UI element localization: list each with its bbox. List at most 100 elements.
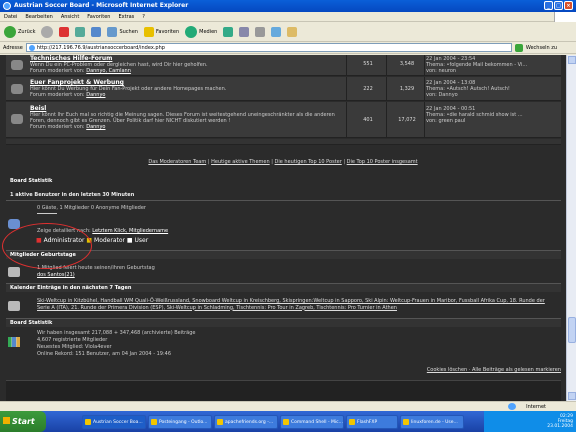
legend-moderator: Moderator [94,237,125,244]
favorites-button[interactable]: Favoriten [143,26,179,37]
internet-zone-icon [508,403,516,410]
windows-logo-icon [554,12,576,22]
forum-status-icon [11,60,23,70]
task-apachefriends[interactable]: apachefriends.org -... [214,414,278,429]
task-linuxforen[interactable]: linuxforen.de - Use... [400,414,464,429]
terminal-icon [283,418,289,425]
scroll-down-button[interactable] [568,392,576,400]
scroll-thumb[interactable] [568,317,576,343]
board-stats-newest: Neuestes Mitglied: Viola4ever [37,344,112,350]
board-stats-posts: Wir haben insgesamt 217,088 + 347,468 (a… [37,330,196,336]
clock-date: 23.01.2004 [547,424,573,429]
star-icon [143,26,154,37]
highlight-circle [2,223,92,269]
task-flashfxp[interactable]: FlashFXP [346,414,398,429]
go-arrow-icon[interactable] [514,43,523,52]
edit-button[interactable] [271,26,282,37]
bottom-links: Das Moderatoren Team | Heutige aktive Th… [148,159,418,165]
minimize-button[interactable]: _ [544,1,553,10]
menu-help[interactable]: ? [142,12,145,21]
forum-row: Euer Fanprojekt & Werbung Hier könnt Du … [6,77,561,101]
active-users-counts: 0 Gäste, 1 Mitglieder 0 Anonyme Mitglied… [37,205,146,211]
forum-moderators[interactable]: Dannyo [86,92,105,98]
ie-icon [3,2,11,10]
link-top10-today[interactable]: Die heutigen Top 10 Poster [275,159,342,165]
windows-flag-icon [3,417,10,424]
status-bar: Internet [0,401,576,411]
birthday-member[interactable]: dos Santos(21) [37,272,75,278]
task-outlook[interactable]: Posteingang - Outlo... [148,414,212,429]
go-button[interactable]: Wechseln zu [526,45,557,51]
search-icon [107,26,118,37]
link-active-topics[interactable]: Heutige aktive Themen [211,159,270,165]
stop-button[interactable] [59,26,70,37]
flashfxp-icon [349,418,355,425]
topic-count: 551 [363,61,373,67]
refresh-button[interactable] [75,26,86,37]
os-taskbar-area: Internet Start Austrian Soccer Boa... Po… [0,401,576,432]
topic-count: 401 [363,117,373,123]
ie-task-icon [403,418,409,425]
last-post-author[interactable]: von: Dannyo [426,92,556,98]
detail-sort-links[interactable]: Letztem Klick, Mitgliedername [92,228,168,234]
home-button[interactable] [91,26,102,37]
calendar-header: Kalender Einträge in den nächsten 7 Tage… [6,283,561,292]
menu-datei[interactable]: Datei [4,12,17,21]
last-post-author[interactable]: von: neuron [426,68,556,74]
mail-button[interactable] [239,26,250,37]
last-post-author[interactable]: von: green paul [426,118,556,124]
start-button[interactable]: Start [0,411,46,432]
browser-window: Austrian Soccer Board - Microsoft Intern… [0,0,576,432]
link-top10-total[interactable]: Die Top 10 Poster insgesamt [347,159,418,165]
system-tray: 02:29 Freitag 23.01.2004 [484,411,576,432]
back-arrow-icon [4,25,16,38]
menu-favoriten[interactable]: Favoriten [87,12,110,21]
maximize-button[interactable]: □ [554,1,563,10]
forum-row: Beisl Hier könnt Ihr Euch mal so richtig… [6,102,561,138]
page-content: Technisches Hilfe-Forum Wenn Du ein PC-P… [0,55,566,401]
back-button[interactable]: Zurück [4,25,35,38]
scroll-up-button[interactable] [568,56,576,64]
menu-extras[interactable]: Extras [118,12,134,21]
ie-task-icon [85,418,91,425]
address-input[interactable]: http://217.196.76.9/austriansoccerboard/… [25,43,512,52]
close-button[interactable]: × [564,1,573,10]
print-button[interactable] [255,26,266,37]
board-stats-record: Online Rekord: 151 Benutzer, am 04 Jan 2… [37,351,171,357]
task-command-shell[interactable]: Command Shell - Mic... [280,414,344,429]
task-ie[interactable]: Austrian Soccer Boa... [82,414,146,429]
forum-moderators[interactable]: Dannyo, Camlann [86,68,131,74]
menu-bearbeiten[interactable]: Bearbeiten [25,12,52,21]
address-bar: Adresse http://217.196.76.9/austriansocc… [0,42,576,54]
forum-status-icon [11,114,23,124]
discuss-button[interactable] [287,26,298,37]
history-button[interactable] [223,26,234,37]
legend-user: User [134,237,149,244]
media-icon [185,25,198,38]
topic-count: 222 [363,86,373,92]
birthday-icon [8,267,20,277]
link-moderator-team[interactable]: Das Moderatoren Team [148,159,206,165]
stats-chart-icon [8,337,20,347]
vertical-scrollbar[interactable] [566,55,576,401]
forum-table-footer [6,139,561,145]
forum-status-icon [11,84,23,94]
toolbar: Zurück Suchen Favoriten Medien [0,22,576,42]
calendar-events[interactable]: Ski-Weltcup in Kitzbühel, Handball WM Qu… [37,298,549,311]
forward-button[interactable] [41,25,54,38]
calendar-icon [8,301,20,311]
menu-ansicht[interactable]: Ansicht [61,12,79,21]
forum-moderators[interactable]: Dannyo [86,124,105,130]
footer-links[interactable]: Cookies löschen · Alle Beiträge als gele… [6,367,561,373]
outlook-icon [151,418,157,425]
taskbar: Start Austrian Soccer Boa... Posteingang… [0,411,576,432]
forum-row: Technisches Hilfe-Forum Wenn Du ein PC-P… [6,55,561,76]
title-bar: Austrian Soccer Board - Microsoft Intern… [0,0,576,12]
media-button[interactable]: Medien [185,25,217,38]
address-label: Adresse [3,44,23,51]
page-icon [28,45,35,51]
search-button[interactable]: Suchen [107,26,138,37]
post-count: 17,072 [398,117,416,123]
board-stats-members: 4,607 registrierte Mitglieder [37,337,108,343]
post-count: 1,329 [399,86,415,92]
